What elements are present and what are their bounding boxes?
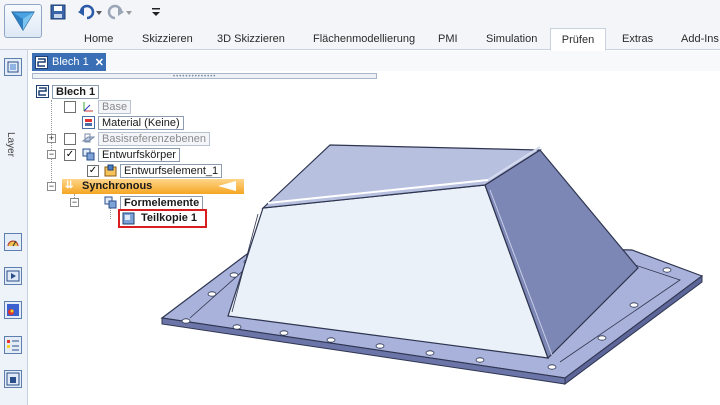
quick-access-toolbar <box>0 0 720 38</box>
tree-line <box>51 100 52 188</box>
tab-skizzieren[interactable]: Skizzieren <box>138 28 197 50</box>
synchronous-label: Synchronous <box>82 180 153 192</box>
layer-tab-label[interactable]: Layer <box>5 132 16 157</box>
heatmap-icon[interactable] <box>4 301 22 319</box>
document-tab-bar: Blech 1 ✕ <box>28 51 720 71</box>
redo-icon[interactable] <box>106 2 134 22</box>
customize-dropdown-icon[interactable] <box>150 2 162 22</box>
solid-edge-window: Home Skizzieren 3D Skizzieren Flächenmod… <box>0 0 720 405</box>
tab-add-ins[interactable]: Add-Ins <box>677 28 720 50</box>
tab-pmi[interactable]: PMI <box>434 28 462 50</box>
pathfinder-splitter[interactable]: •••••••••••••• <box>32 73 377 80</box>
model-viewport[interactable] <box>150 110 720 405</box>
sheet-metal-doc-icon <box>36 85 49 98</box>
collapse-icon[interactable]: − <box>47 182 56 191</box>
design-element-icon <box>104 164 117 177</box>
tab-home[interactable]: Home <box>80 28 117 50</box>
design-element-checkbox[interactable]: ✓ <box>87 165 99 177</box>
design-bodies-checkbox[interactable]: ✓ <box>64 149 76 161</box>
gauge-icon[interactable] <box>4 233 22 251</box>
collapse-icon[interactable]: − <box>47 150 56 159</box>
layer-icon[interactable] <box>4 58 22 76</box>
sheet-metal-hood-model <box>160 144 704 385</box>
window-icon[interactable] <box>4 370 22 388</box>
tree-root[interactable]: Blech 1 <box>36 84 100 99</box>
close-icon[interactable]: ✕ <box>95 56 104 69</box>
tab-extras[interactable]: Extras <box>618 28 657 50</box>
list-icon[interactable] <box>4 336 22 354</box>
document-tab-label: Blech 1 <box>52 56 89 68</box>
synchronous-icon: ⇊ <box>65 180 74 191</box>
splitter-grip: •••••••••••••• <box>173 74 217 80</box>
tab-simulation[interactable]: Simulation <box>482 28 541 50</box>
play-icon[interactable] <box>4 267 22 285</box>
ribbon-tab-bar: Home Skizzieren 3D Skizzieren Flächenmod… <box>0 28 720 51</box>
tab-pruefen[interactable]: Prüfen <box>550 28 606 51</box>
expand-icon[interactable]: + <box>47 134 56 143</box>
ref-planes-checkbox[interactable] <box>64 133 76 145</box>
reference-planes-icon <box>82 133 95 143</box>
tree-root-label: Blech 1 <box>52 84 100 99</box>
document-tab-blech-1[interactable]: Blech 1 ✕ <box>32 53 106 71</box>
coordinate-system-icon <box>83 102 93 112</box>
tab-3d-skizzieren[interactable]: 3D Skizzieren <box>213 28 289 50</box>
solid-edge-app-icon <box>11 11 35 31</box>
features-icon <box>104 196 117 209</box>
undo-icon[interactable] <box>76 2 104 22</box>
tab-flaechenmodellierung[interactable]: Flächenmodellierung <box>309 28 419 50</box>
sheet-metal-doc-icon <box>35 55 48 69</box>
tree-item-label: Base <box>98 99 132 114</box>
tree-item-base[interactable]: Base <box>82 99 132 114</box>
collapse-icon[interactable]: − <box>70 198 79 207</box>
design-body-icon <box>82 148 95 161</box>
save-icon[interactable] <box>48 2 68 22</box>
application-button[interactable] <box>4 4 42 38</box>
base-checkbox[interactable] <box>64 101 76 113</box>
material-icon <box>82 116 95 129</box>
left-panel-strip: Layer <box>0 50 28 405</box>
